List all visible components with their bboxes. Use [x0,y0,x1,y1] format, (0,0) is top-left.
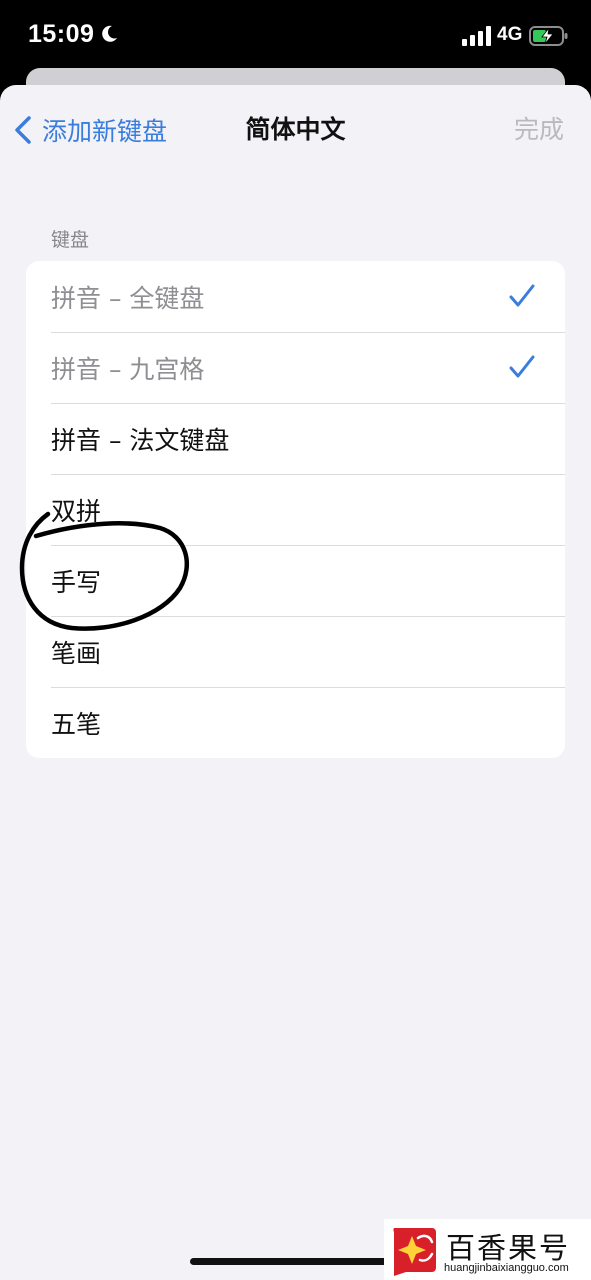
keyboard-row-label: 拼音 – 全键盘 [51,283,205,313]
cellular-signal-icon [462,26,491,46]
battery-charging-icon [529,26,568,46]
chevron-left-icon [15,116,31,144]
keyboard-row-wubi[interactable]: 五笔 [26,687,565,758]
back-button-label: 添加新键盘 [42,117,168,146]
keyboard-row-label: 手写 [51,567,102,597]
settings-sheet: 添加新键盘 简体中文 完成 键盘 拼音 – 全键盘 拼音 – 九宫格 拼音 – … [0,85,591,1280]
keyboard-row-label: 双拼 [51,496,102,526]
screen: 15:09 4G 添加新键盘 简体中文 完成 键盘 拼音 – 全键盘 拼音 – … [0,0,591,1280]
keyboard-row-pinyin-full[interactable]: 拼音 – 全键盘 [26,261,565,332]
home-indicator [190,1258,400,1265]
back-button[interactable]: 添加新键盘 [12,113,167,147]
checkmark-icon [509,355,535,378]
network-type-label: 4G [497,24,523,45]
keyboard-row-label: 笔画 [51,638,102,668]
keyboard-row-pinyin-french[interactable]: 拼音 – 法文键盘 [26,403,565,474]
keyboard-row-label: 拼音 – 九宫格 [51,354,205,384]
keyboard-row-label: 五笔 [51,709,102,739]
keyboard-row-handwriting[interactable]: 手写 [26,545,565,616]
watermark-logo-icon [393,1228,436,1276]
watermark-url: huangjinbaixiangguo.com [444,1262,569,1274]
section-header: 键盘 [51,229,90,251]
keyboard-row-pinyin-9key[interactable]: 拼音 – 九宫格 [26,332,565,403]
done-button[interactable]: 完成 [514,113,564,147]
checkmark-icon [509,284,535,307]
keyboard-row-stroke[interactable]: 笔画 [26,616,565,687]
status-time: 15:09 [28,20,95,48]
watermark-title: 百香果号 [446,1231,571,1265]
watermark: 百香果号 huangjinbaixiangguo.com [384,1219,591,1280]
keyboard-row-label: 拼音 – 法文键盘 [51,425,230,455]
status-bar: 15:09 4G [0,0,591,70]
keyboard-list: 拼音 – 全键盘 拼音 – 九宫格 拼音 – 法文键盘 双拼 手写 笔画 五笔 [26,261,565,758]
moon-icon [102,25,117,42]
keyboard-row-shuangpin[interactable]: 双拼 [26,474,565,545]
